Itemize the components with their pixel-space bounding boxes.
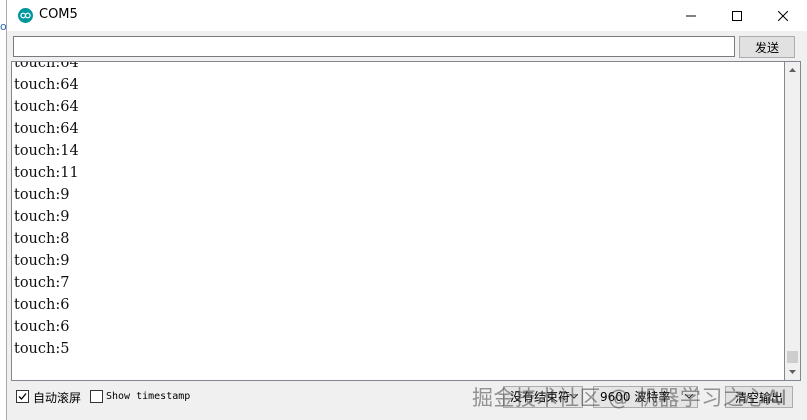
- checkmark-icon: [18, 393, 27, 400]
- send-row: 发送: [7, 31, 807, 62]
- output-line: touch:64: [14, 99, 79, 115]
- window-title: COM5: [39, 7, 78, 22]
- close-button[interactable]: [760, 0, 806, 31]
- output-line: touch:64: [14, 77, 79, 93]
- autoscroll-checkbox[interactable]: [16, 390, 29, 403]
- timestamp-label[interactable]: Show timestamp: [106, 391, 190, 402]
- output-line: touch:6: [14, 319, 70, 335]
- output-line: touch:5: [14, 341, 70, 357]
- scrollbar-thumb[interactable]: [787, 351, 798, 363]
- scroll-down-arrow-icon: [789, 370, 796, 374]
- output-line: touch:9: [14, 209, 70, 225]
- maximize-icon: [732, 10, 742, 21]
- output-line: touch:11: [14, 165, 79, 181]
- maximize-button[interactable]: [714, 0, 760, 31]
- title-bar[interactable]: COM5: [7, 0, 807, 31]
- send-input[interactable]: [13, 36, 735, 57]
- output-lines: touch:64 touch:64 touch:64 touch:64 touch:14…: [14, 61, 79, 360]
- vertical-scrollbar[interactable]: [785, 61, 801, 381]
- output-line: touch:14: [14, 143, 79, 159]
- minimize-icon: [686, 15, 696, 16]
- scroll-up-arrow-icon: [789, 68, 796, 72]
- send-button[interactable]: 发送: [739, 36, 795, 58]
- scroll-up-button[interactable]: [785, 62, 800, 78]
- watermark-text: 掘金技术社区 @ 机器学习之心AI: [472, 386, 788, 410]
- serial-output-area[interactable]: touch:64 touch:64 touch:64 touch:64 touch:14…: [11, 61, 785, 381]
- output-line: touch:9: [14, 253, 70, 269]
- output-line: touch:7: [14, 275, 70, 291]
- output-line: touch:64: [14, 121, 79, 137]
- output-line: touch:64: [14, 61, 79, 71]
- arduino-logo-icon: [18, 8, 33, 23]
- close-icon: [778, 10, 788, 21]
- scroll-down-button[interactable]: [785, 364, 800, 380]
- minimize-button[interactable]: [668, 0, 714, 31]
- output-line: touch:8: [14, 231, 70, 247]
- serial-monitor-window: COM5 发送 touch:64 touch:64 touch:64 touch:64…: [6, 0, 807, 420]
- autoscroll-label[interactable]: 自动滚屏: [33, 389, 81, 406]
- timestamp-checkbox[interactable]: [90, 390, 103, 403]
- output-line: touch:9: [14, 187, 70, 203]
- output-line: touch:6: [14, 297, 70, 313]
